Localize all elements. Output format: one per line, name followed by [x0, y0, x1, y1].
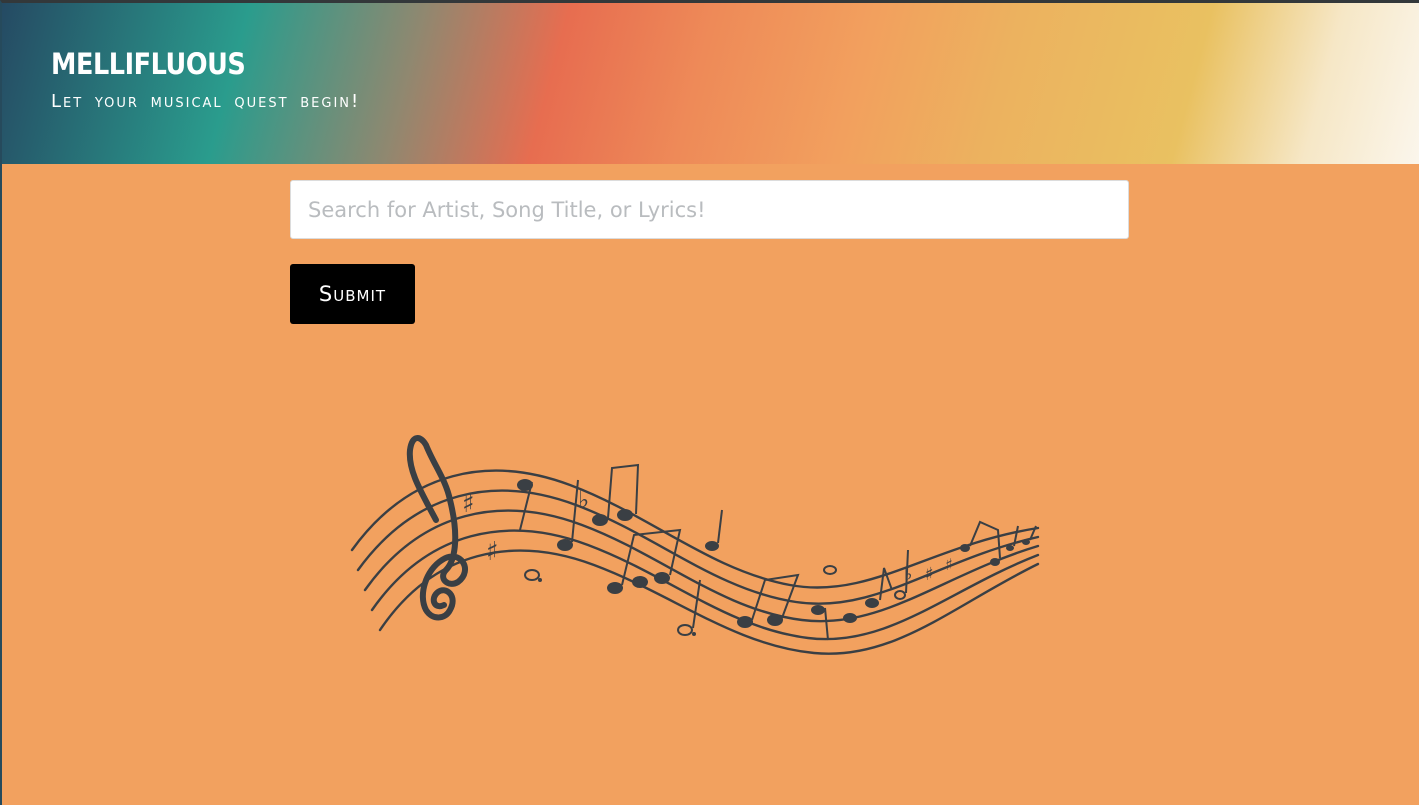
submit-button[interactable]: Submit [290, 264, 415, 324]
music-staff-notes-icon: ♯ ♯ ♭ ♭ ♯ ♯ [350, 435, 1040, 655]
svg-text:♯: ♯ [462, 489, 475, 519]
site-header: MELLIFLUOUS Let your musical quest begin… [2, 3, 1419, 164]
svg-text:♭: ♭ [578, 486, 589, 514]
svg-text:♯: ♯ [925, 564, 934, 585]
svg-text:♯: ♯ [945, 555, 953, 574]
svg-text:♭: ♭ [904, 564, 913, 585]
site-title: MELLIFLUOUS [51, 47, 246, 81]
site-tagline: Let your musical quest begin! [51, 91, 361, 112]
svg-text:♯: ♯ [486, 537, 499, 567]
search-input[interactable] [290, 180, 1129, 239]
